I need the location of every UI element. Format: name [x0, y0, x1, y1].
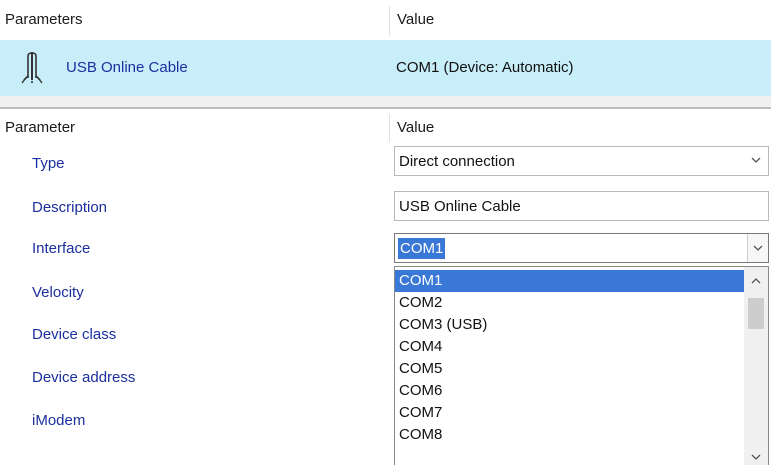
param-label-type: Type [32, 155, 65, 172]
column-divider[interactable] [389, 6, 390, 36]
cable-icon [21, 52, 43, 84]
connections-grid-header: Parameters Value [0, 0, 771, 40]
dropdown-scrollbar[interactable] [744, 267, 768, 465]
param-label-velocity: Velocity [32, 284, 84, 301]
column-header-parameters[interactable]: Parameters [5, 11, 83, 28]
chevron-down-icon[interactable] [750, 451, 762, 463]
interface-select[interactable]: COM1 [394, 233, 769, 263]
option-com3[interactable]: COM3 (USB) [395, 314, 746, 336]
option-com7[interactable]: COM7 [395, 402, 746, 424]
type-select-value: Direct connection [399, 153, 515, 170]
option-com2[interactable]: COM2 [395, 292, 746, 314]
option-com6[interactable]: COM6 [395, 380, 746, 402]
option-com1[interactable]: COM1 [395, 270, 746, 292]
connection-row-usb-online-cable[interactable]: USB Online Cable COM1 (Device: Automatic… [0, 40, 771, 96]
interface-dropdown-button[interactable] [747, 234, 768, 262]
chevron-down-icon [753, 245, 763, 251]
param-label-interface: Interface [32, 240, 91, 257]
option-com4[interactable]: COM4 [395, 336, 746, 358]
column-header-value[interactable]: Value [397, 11, 434, 28]
chevron-down-icon[interactable] [750, 153, 762, 167]
type-select[interactable]: Direct connection [394, 146, 769, 176]
description-input-value: USB Online Cable [399, 198, 521, 215]
interface-dropdown-list[interactable]: COM1 COM2 COM3 (USB) COM4 COM5 COM6 COM7… [394, 266, 769, 465]
column-header-parameter[interactable]: Parameter [5, 119, 75, 136]
chevron-up-icon[interactable] [750, 275, 762, 287]
parameter-grid-header: Parameter Value [0, 109, 771, 145]
option-com8[interactable]: COM8 [395, 424, 746, 446]
grid-splitter[interactable] [0, 96, 771, 109]
connection-value: COM1 (Device: Automatic) [396, 59, 574, 76]
connection-name: USB Online Cable [66, 59, 188, 76]
column-divider[interactable] [389, 114, 390, 142]
interface-select-value: COM1 [398, 238, 446, 259]
option-com5[interactable]: COM5 [395, 358, 746, 380]
column-header-param-value[interactable]: Value [397, 119, 434, 136]
param-label-imodem: iModem [32, 412, 86, 429]
description-input[interactable]: USB Online Cable [394, 191, 769, 221]
param-label-device-class: Device class [32, 326, 117, 343]
param-label-device-address: Device address [32, 369, 136, 386]
scrollbar-thumb[interactable] [748, 298, 764, 329]
param-label-description: Description [32, 199, 108, 216]
